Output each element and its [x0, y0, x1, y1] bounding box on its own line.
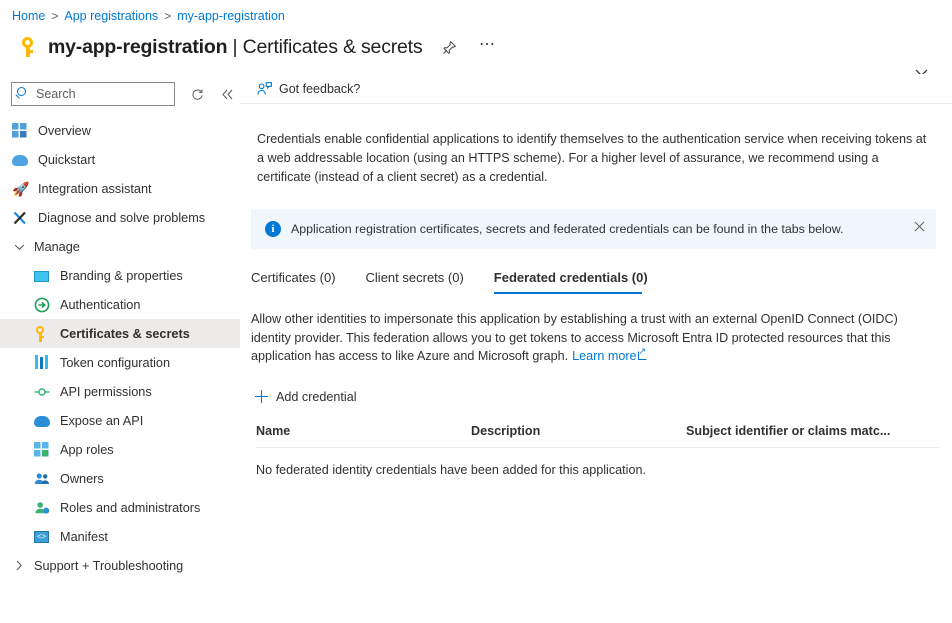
pin-icon[interactable] [436, 34, 462, 60]
sidebar-item-label: Integration assistant [38, 182, 152, 196]
column-header-description[interactable]: Description [471, 424, 686, 438]
add-credential-label: Add credential [276, 390, 357, 404]
sidebar-item-authentication[interactable]: Authentication [0, 290, 240, 319]
sidebar-item-quickstart[interactable]: Quickstart [0, 145, 240, 174]
search-input[interactable] [11, 82, 175, 106]
manifest-icon: <> [34, 529, 50, 545]
breadcrumb-separator: > [51, 9, 58, 23]
sidebar-item-label: App roles [60, 443, 114, 457]
owners-icon [34, 471, 50, 487]
command-bar: Got feedback? [240, 74, 952, 104]
sidebar-item-owners[interactable]: Owners [0, 464, 240, 493]
key-icon [18, 36, 40, 58]
breadcrumb: Home > App registrations > my-app-regist… [12, 6, 285, 26]
blade-left-nav: Overview Quickstart 🚀 Integration assist… [0, 74, 240, 623]
sidebar-item-label: API permissions [60, 385, 152, 399]
page-title-separator: | [233, 36, 238, 58]
sidebar-item-api-permissions[interactable]: API permissions [0, 377, 240, 406]
refresh-icon[interactable] [185, 82, 210, 106]
breadcrumb-item-my-app-registration[interactable]: my-app-registration [177, 9, 285, 23]
azure-portal-blade: Home > App registrations > my-app-regist… [0, 0, 952, 623]
sidebar-item-label: Diagnose and solve problems [38, 211, 205, 225]
got-feedback-button[interactable]: Got feedback? [255, 79, 366, 99]
sidebar-item-label: Manifest [60, 530, 108, 544]
sidebar-item-integration-assistant[interactable]: 🚀 Integration assistant [0, 174, 240, 203]
info-banner-text: Application registration certificates, s… [291, 222, 843, 236]
sidebar-item-manifest[interactable]: <> Manifest [0, 522, 240, 551]
sidebar-group-label: Manage [34, 240, 80, 254]
column-header-name[interactable]: Name [256, 424, 471, 438]
info-icon: i [265, 221, 281, 237]
grid-icon [12, 123, 28, 139]
sidebar-item-label: Certificates & secrets [60, 327, 190, 341]
sidebar-item-label: Authentication [60, 298, 140, 312]
blade-content: Got feedback? Credentials enable confide… [240, 74, 952, 623]
intro-text: Credentials enable confidential applicat… [257, 130, 929, 187]
tab-description: Allow other identities to impersonate th… [251, 310, 931, 366]
breadcrumb-item-app-registrations[interactable]: App registrations [64, 9, 158, 23]
sidebar-item-certificates-and-secrets[interactable]: Certificates & secrets [0, 319, 240, 348]
got-feedback-label: Got feedback? [279, 82, 360, 96]
rocket-icon: 🚀 [12, 181, 28, 197]
tab-bar: Certificates (0) Client secrets (0) Fede… [251, 265, 952, 294]
nav-search-row [0, 74, 240, 112]
roles-admin-icon [34, 500, 50, 516]
search-input-wrapper [11, 82, 175, 106]
sidebar-item-branding-and-properties[interactable]: Branding & properties [0, 261, 240, 290]
ellipsis-icon[interactable]: ⋯ [474, 34, 500, 60]
column-header-subject-identifier[interactable]: Subject identifier or claims matc... [686, 424, 939, 438]
table-empty-message: No federated identity credentials have b… [256, 463, 952, 477]
chevron-down-icon [12, 243, 26, 251]
double-chevron-left-icon[interactable] [215, 82, 240, 106]
authentication-icon [34, 297, 50, 313]
learn-more-link[interactable]: Learn more [572, 349, 646, 363]
sidebar-group-manage[interactable]: Manage [0, 232, 240, 261]
expose-api-icon [34, 413, 50, 429]
search-icon [17, 87, 26, 96]
info-banner: i Application registration certificates,… [251, 209, 936, 249]
plus-icon [255, 390, 268, 403]
feedback-person-icon [257, 82, 272, 96]
sidebar-item-label: Expose an API [60, 414, 143, 428]
title-actions: ⋯ [436, 34, 500, 60]
key-icon [34, 326, 50, 342]
sidebar-group-label: Support + Troubleshooting [34, 559, 183, 573]
api-permissions-icon [34, 384, 50, 400]
tab-federated-credentials[interactable]: Federated credentials (0) [494, 265, 660, 294]
tools-icon [12, 210, 28, 226]
table-header-row: Name Description Subject identifier or c… [256, 424, 939, 448]
blade-title-bar: my-app-registration | Certificates & sec… [0, 28, 952, 66]
sidebar-item-diagnose-and-solve-problems[interactable]: Diagnose and solve problems [0, 203, 240, 232]
sidebar-item-token-configuration[interactable]: Token configuration [0, 348, 240, 377]
page-title-section: Certificates & secrets [243, 36, 423, 58]
tab-certificates[interactable]: Certificates (0) [251, 265, 348, 294]
sidebar-group-support-troubleshooting[interactable]: Support + Troubleshooting [0, 551, 240, 580]
sidebar-item-label: Quickstart [38, 153, 95, 167]
sidebar-item-app-roles[interactable]: App roles [0, 435, 240, 464]
sidebar-item-label: Roles and administrators [60, 501, 200, 515]
cloud-icon [12, 152, 28, 168]
close-icon[interactable] [910, 217, 928, 235]
external-link-icon [638, 351, 647, 360]
page-title: my-app-registration | Certificates & sec… [48, 36, 422, 59]
sidebar-item-overview[interactable]: Overview [0, 116, 240, 145]
nav-list: Overview Quickstart 🚀 Integration assist… [0, 116, 240, 580]
breadcrumb-item-home[interactable]: Home [12, 9, 45, 23]
sidebar-item-label: Overview [38, 124, 91, 138]
page-title-resource: my-app-registration [48, 36, 227, 58]
learn-more-label: Learn more [572, 349, 636, 363]
token-icon [34, 355, 50, 371]
app-roles-icon [34, 442, 50, 458]
add-credential-button[interactable]: Add credential [251, 386, 365, 408]
sidebar-item-label: Owners [60, 472, 104, 486]
sidebar-item-label: Branding & properties [60, 269, 183, 283]
sidebar-item-expose-an-api[interactable]: Expose an API [0, 406, 240, 435]
branding-icon [34, 268, 50, 284]
breadcrumb-separator: > [164, 9, 171, 23]
tab-client-secrets[interactable]: Client secrets (0) [366, 265, 476, 294]
sidebar-item-label: Token configuration [60, 356, 170, 370]
chevron-right-icon [12, 560, 26, 571]
sidebar-item-roles-and-administrators[interactable]: Roles and administrators [0, 493, 240, 522]
